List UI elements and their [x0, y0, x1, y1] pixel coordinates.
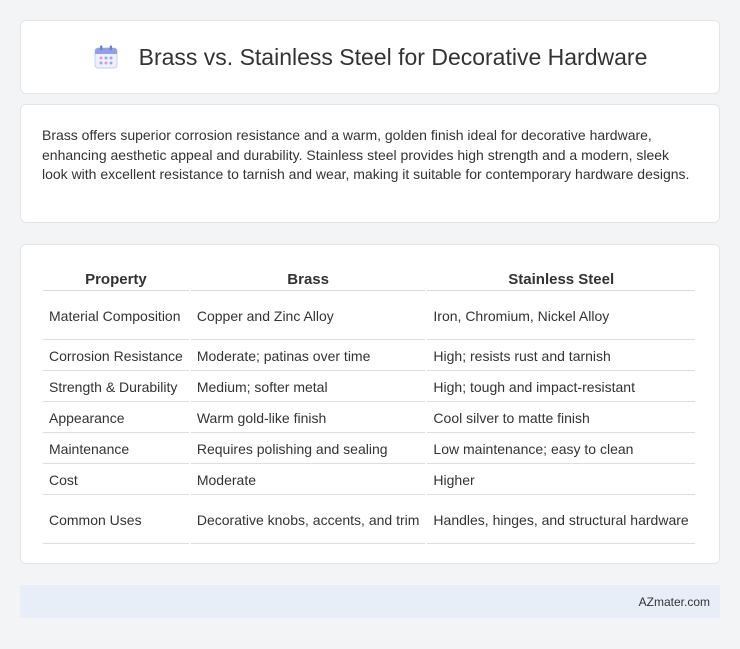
header-brass: Brass: [190, 267, 426, 291]
table-row: Corrosion Resistance Moderate; patinas o…: [43, 342, 695, 371]
table-header-row: Property Brass Stainless Steel: [43, 267, 695, 291]
row-property: Appearance: [43, 404, 189, 433]
header-property: Property: [43, 267, 189, 291]
row-brass-value: Moderate; patinas over time: [190, 342, 426, 371]
row-steel-value: Handles, hinges, and structural hardware: [427, 497, 695, 544]
row-property: Cost: [43, 466, 189, 495]
row-property: Maintenance: [43, 435, 189, 464]
row-property: Strength & Durability: [43, 373, 189, 402]
row-brass-value: Warm gold-like finish: [190, 404, 426, 433]
description-card: Brass offers superior corrosion resistan…: [20, 104, 720, 223]
page-title: Brass vs. Stainless Steel for Decorative…: [138, 43, 648, 70]
table-row: Common Uses Decorative knobs, accents, a…: [43, 497, 695, 544]
calendar-icon: [93, 44, 119, 70]
row-property: Common Uses: [43, 497, 189, 544]
row-steel-value: Cool silver to matte finish: [427, 404, 695, 433]
row-steel-value: High; resists rust and tarnish: [427, 342, 695, 371]
row-steel-value: High; tough and impact-resistant: [427, 373, 695, 402]
row-steel-value: Higher: [427, 466, 695, 495]
footer-site-name[interactable]: AZmater.com: [639, 595, 710, 609]
comparison-table-card: Property Brass Stainless Steel Material …: [20, 244, 720, 564]
row-brass-value: Moderate: [190, 466, 426, 495]
row-brass-value: Decorative knobs, accents, and trim: [190, 497, 426, 544]
row-steel-value: Low maintenance; easy to clean: [427, 435, 695, 464]
table-row: Maintenance Requires polishing and seali…: [43, 435, 695, 464]
table-row: Cost Moderate Higher: [43, 466, 695, 495]
row-steel-value: Iron, Chromium, Nickel Alloy: [427, 293, 695, 340]
comparison-table: Property Brass Stainless Steel Material …: [41, 265, 697, 546]
row-brass-value: Copper and Zinc Alloy: [190, 293, 426, 340]
description-text: Brass offers superior corrosion resistan…: [42, 127, 690, 182]
header-stainless-steel: Stainless Steel: [427, 267, 695, 291]
footer-bar: AZmater.com: [20, 585, 720, 618]
title-card: Brass vs. Stainless Steel for Decorative…: [20, 20, 720, 94]
row-property: Corrosion Resistance: [43, 342, 189, 371]
row-brass-value: Medium; softer metal: [190, 373, 426, 402]
row-property: Material Composition: [43, 293, 189, 340]
table-row: Appearance Warm gold-like finish Cool si…: [43, 404, 695, 433]
row-brass-value: Requires polishing and sealing: [190, 435, 426, 464]
table-row: Material Composition Copper and Zinc All…: [43, 293, 695, 340]
table-row: Strength & Durability Medium; softer met…: [43, 373, 695, 402]
